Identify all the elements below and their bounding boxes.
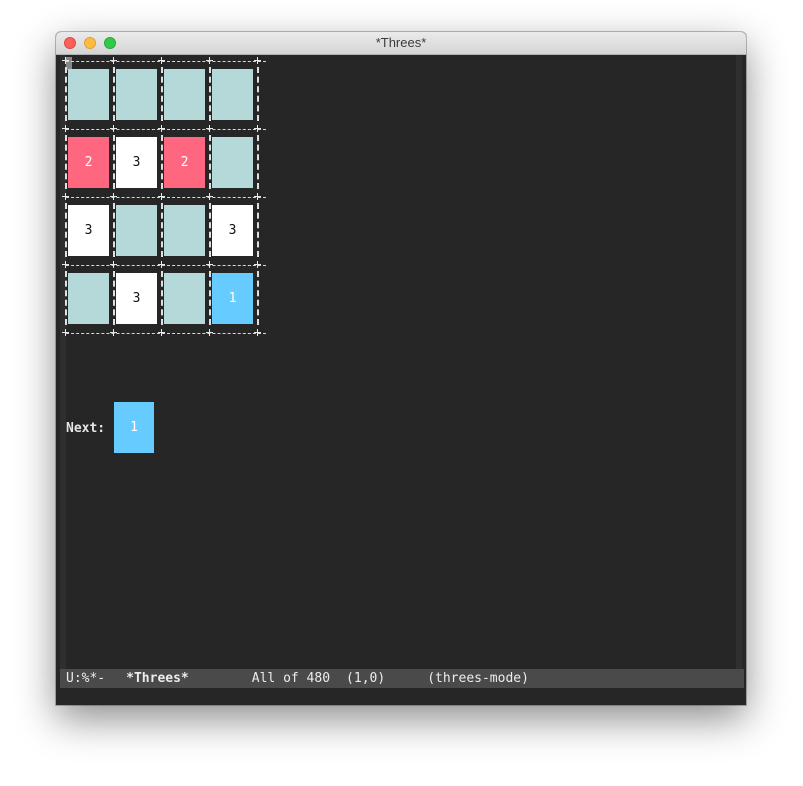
board-grid-line	[161, 67, 163, 121]
tile-value: 2	[180, 155, 189, 170]
board-grid-line	[66, 265, 266, 267]
board-tile	[68, 273, 109, 324]
tile-value: 3	[132, 291, 141, 306]
tile-value: 3	[84, 223, 93, 238]
board-grid-corner	[62, 125, 69, 132]
board-grid-line	[209, 67, 211, 121]
board-grid-line	[113, 67, 115, 121]
board-tile	[116, 69, 157, 120]
title-bar[interactable]: *Threes*	[56, 32, 746, 55]
board-tile: 1	[212, 273, 253, 324]
board-tile: 3	[68, 205, 109, 256]
board-grid-corner	[62, 57, 69, 64]
minibuffer[interactable]	[56, 689, 746, 705]
board-grid-line	[113, 271, 115, 325]
board-tile	[164, 273, 205, 324]
tile-value: 1	[228, 291, 237, 306]
board-grid-corner	[254, 261, 261, 268]
board-tile	[164, 69, 205, 120]
modeline-cursor: (1,0)	[346, 671, 386, 686]
board-grid-corner	[158, 125, 165, 132]
board-grid-line	[161, 135, 163, 189]
board-grid-corner	[254, 329, 261, 336]
board-grid-corner	[206, 329, 213, 336]
board-grid-corner	[206, 125, 213, 132]
modeline-position: All of 480	[251, 671, 331, 686]
board-tile	[212, 137, 253, 188]
mode-line: U:%*- *Threes* All of 480 (1,0) (threes-…	[60, 669, 744, 688]
board-grid-corner	[158, 57, 165, 64]
board-grid-line	[257, 203, 259, 257]
board-grid-corner	[158, 193, 165, 200]
board-tile: 3	[212, 205, 253, 256]
board-grid-corner	[110, 193, 117, 200]
next-label: Next:	[66, 421, 106, 436]
board-grid-corner	[62, 329, 69, 336]
next-tile: 1	[114, 402, 154, 453]
board-grid-line	[66, 61, 266, 63]
modeline-status: U:%*-	[66, 671, 106, 686]
board-grid-line	[161, 271, 163, 325]
board-grid-line	[65, 271, 67, 325]
board-grid-corner	[110, 125, 117, 132]
modeline-buffer-name[interactable]: *Threes*	[126, 671, 189, 686]
board-grid-line	[161, 203, 163, 257]
buffer-area[interactable]: 2 3 2 3 3 3 1 Next: 1 U:%*- *Threes* All of 48…	[56, 55, 746, 705]
next-tile-value: 1	[130, 420, 138, 435]
board-tile	[212, 69, 253, 120]
board-grid-line	[66, 197, 266, 199]
tile-value: 3	[228, 223, 237, 238]
tile-value: 2	[84, 155, 93, 170]
board-grid-corner	[254, 193, 261, 200]
board-tile: 3	[116, 137, 157, 188]
tile-value: 3	[132, 155, 141, 170]
board-grid-line	[65, 203, 67, 257]
right-fringe	[736, 55, 742, 669]
board-grid-corner	[158, 329, 165, 336]
board-grid-corner	[110, 329, 117, 336]
board-grid-line	[209, 135, 211, 189]
board-grid-line	[65, 135, 67, 189]
board-grid-corner	[62, 193, 69, 200]
board-grid-line	[66, 333, 266, 335]
board-grid-line	[257, 67, 259, 121]
board-tile: 3	[116, 273, 157, 324]
board-tile: 2	[164, 137, 205, 188]
game-board: 2 3 2 3 3 3 1	[62, 57, 266, 341]
board-grid-line	[257, 271, 259, 325]
emacs-window: *Threes* 2 3 2 3 3 3 1 Next: 1 U:%*- *Threes* …	[56, 32, 746, 705]
board-grid-corner	[206, 261, 213, 268]
window-title: *Threes*	[375, 35, 427, 50]
board-tile	[68, 69, 109, 120]
board-grid-corner	[110, 57, 117, 64]
board-grid-corner	[254, 57, 261, 64]
board-grid-line	[65, 67, 67, 121]
board-grid-corner	[158, 261, 165, 268]
board-tile	[164, 205, 205, 256]
board-tile: 2	[68, 137, 109, 188]
board-grid-line	[113, 135, 115, 189]
board-grid-line	[113, 203, 115, 257]
board-tile	[116, 205, 157, 256]
board-grid-line	[209, 271, 211, 325]
board-grid-line	[257, 135, 259, 189]
board-grid-corner	[206, 57, 213, 64]
board-grid-corner	[206, 193, 213, 200]
board-grid-line	[209, 203, 211, 257]
board-grid-corner	[110, 261, 117, 268]
board-grid-corner	[62, 261, 69, 268]
board-grid-corner	[254, 125, 261, 132]
modeline-major-mode[interactable]: (threes-mode)	[427, 671, 529, 686]
board-grid-line	[66, 129, 266, 131]
